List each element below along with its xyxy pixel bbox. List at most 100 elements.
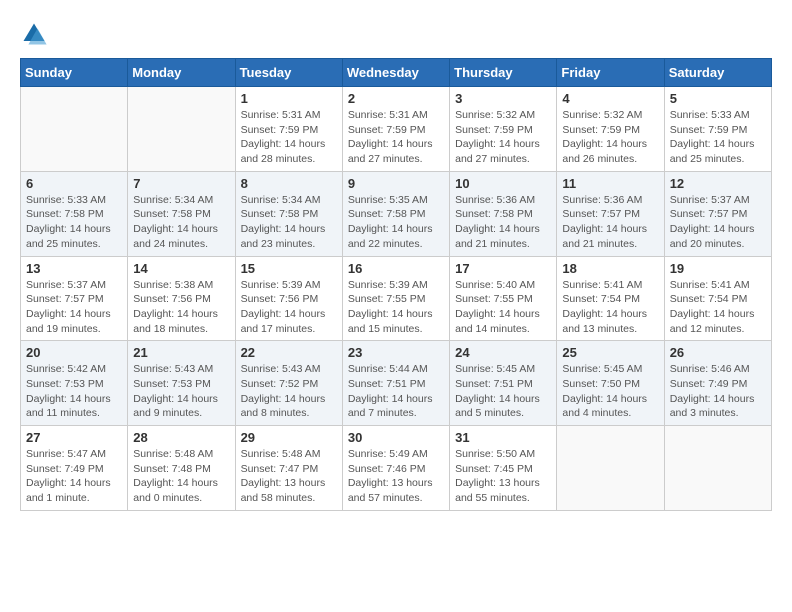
day-info: Sunrise: 5:44 AM Sunset: 7:51 PM Dayligh… <box>348 362 444 421</box>
day-info: Sunrise: 5:39 AM Sunset: 7:56 PM Dayligh… <box>241 278 337 337</box>
day-number: 23 <box>348 345 444 360</box>
calendar-cell: 6 Sunrise: 5:33 AM Sunset: 7:58 PM Daylig… <box>21 171 128 256</box>
day-number: 19 <box>670 261 766 276</box>
day-number: 29 <box>241 430 337 445</box>
calendar-cell: 15 Sunrise: 5:39 AM Sunset: 7:56 PM Dayli… <box>235 256 342 341</box>
day-number: 20 <box>26 345 122 360</box>
calendar-cell: 19 Sunrise: 5:41 AM Sunset: 7:54 PM Dayli… <box>664 256 771 341</box>
day-number: 12 <box>670 176 766 191</box>
day-number: 28 <box>133 430 229 445</box>
day-info: Sunrise: 5:39 AM Sunset: 7:55 PM Dayligh… <box>348 278 444 337</box>
day-number: 6 <box>26 176 122 191</box>
day-number: 7 <box>133 176 229 191</box>
calendar-cell: 21Sunrise: 5:43 AM Sunset: 7:53 PM Dayli… <box>128 341 235 426</box>
day-number: 16 <box>348 261 444 276</box>
day-number: 18 <box>562 261 658 276</box>
day-info: Sunrise: 5:46 AM Sunset: 7:49 PM Dayligh… <box>670 362 766 421</box>
weekday-header: Tuesday <box>235 59 342 87</box>
calendar-cell: 24 Sunrise: 5:45 AM Sunset: 7:51 PM Dayli… <box>450 341 557 426</box>
calendar-cell: 2Sunrise: 5:31 AM Sunset: 7:59 PM Daylig… <box>342 87 449 172</box>
day-number: 5 <box>670 91 766 106</box>
calendar-cell: 28 Sunrise: 5:48 AM Sunset: 7:48 PM Dayli… <box>128 426 235 511</box>
day-info: Sunrise: 5:49 AM Sunset: 7:46 PM Dayligh… <box>348 447 444 506</box>
day-number: 8 <box>241 176 337 191</box>
calendar-cell: 12Sunrise: 5:37 AM Sunset: 7:57 PM Dayli… <box>664 171 771 256</box>
calendar-week-row: 27 Sunrise: 5:47 AM Sunset: 7:49 PM Dayli… <box>21 426 772 511</box>
calendar-cell: 26 Sunrise: 5:46 AM Sunset: 7:49 PM Dayli… <box>664 341 771 426</box>
weekday-header: Sunday <box>21 59 128 87</box>
day-info: Sunrise: 5:43 AM Sunset: 7:52 PM Dayligh… <box>241 362 337 421</box>
calendar-cell: 27 Sunrise: 5:47 AM Sunset: 7:49 PM Dayli… <box>21 426 128 511</box>
day-info: Sunrise: 5:47 AM Sunset: 7:49 PM Dayligh… <box>26 447 122 506</box>
day-info: Sunrise: 5:38 AM Sunset: 7:56 PM Dayligh… <box>133 278 229 337</box>
calendar-cell: 3 Sunrise: 5:32 AM Sunset: 7:59 PM Daylig… <box>450 87 557 172</box>
calendar-cell <box>21 87 128 172</box>
day-info: Sunrise: 5:41 AM Sunset: 7:54 PM Dayligh… <box>562 278 658 337</box>
calendar-cell: 9 Sunrise: 5:35 AM Sunset: 7:58 PM Daylig… <box>342 171 449 256</box>
calendar-week-row: 6 Sunrise: 5:33 AM Sunset: 7:58 PM Daylig… <box>21 171 772 256</box>
calendar-cell <box>557 426 664 511</box>
day-info: Sunrise: 5:33 AM Sunset: 7:59 PM Dayligh… <box>670 108 766 167</box>
day-info: Sunrise: 5:32 AM Sunset: 7:59 PM Dayligh… <box>455 108 551 167</box>
calendar-table: SundayMondayTuesdayWednesdayThursdayFrid… <box>20 58 772 511</box>
day-info: Sunrise: 5:40 AM Sunset: 7:55 PM Dayligh… <box>455 278 551 337</box>
logo-icon <box>20 20 48 48</box>
calendar-cell: 14 Sunrise: 5:38 AM Sunset: 7:56 PM Dayli… <box>128 256 235 341</box>
day-number: 11 <box>562 176 658 191</box>
day-number: 1 <box>241 91 337 106</box>
page-header <box>20 20 772 48</box>
calendar-cell: 16 Sunrise: 5:39 AM Sunset: 7:55 PM Dayli… <box>342 256 449 341</box>
calendar-week-row: 1 Sunrise: 5:31 AM Sunset: 7:59 PM Daylig… <box>21 87 772 172</box>
day-info: Sunrise: 5:31 AM Sunset: 7:59 PM Dayligh… <box>348 108 444 167</box>
day-number: 14 <box>133 261 229 276</box>
day-number: 30 <box>348 430 444 445</box>
calendar-cell: 22 Sunrise: 5:43 AM Sunset: 7:52 PM Dayli… <box>235 341 342 426</box>
day-number: 13 <box>26 261 122 276</box>
day-number: 10 <box>455 176 551 191</box>
calendar-cell: 10 Sunrise: 5:36 AM Sunset: 7:58 PM Dayli… <box>450 171 557 256</box>
day-info: Sunrise: 5:48 AM Sunset: 7:48 PM Dayligh… <box>133 447 229 506</box>
logo <box>20 20 52 48</box>
day-info: Sunrise: 5:36 AM Sunset: 7:58 PM Dayligh… <box>455 193 551 252</box>
day-number: 26 <box>670 345 766 360</box>
calendar-cell: 18 Sunrise: 5:41 AM Sunset: 7:54 PM Dayli… <box>557 256 664 341</box>
calendar-cell: 17 Sunrise: 5:40 AM Sunset: 7:55 PM Dayli… <box>450 256 557 341</box>
weekday-header-row: SundayMondayTuesdayWednesdayThursdayFrid… <box>21 59 772 87</box>
calendar-cell <box>128 87 235 172</box>
day-info: Sunrise: 5:50 AM Sunset: 7:45 PM Dayligh… <box>455 447 551 506</box>
day-info: Sunrise: 5:34 AM Sunset: 7:58 PM Dayligh… <box>241 193 337 252</box>
day-number: 4 <box>562 91 658 106</box>
day-number: 9 <box>348 176 444 191</box>
calendar-week-row: 20Sunrise: 5:42 AM Sunset: 7:53 PM Dayli… <box>21 341 772 426</box>
weekday-header: Thursday <box>450 59 557 87</box>
day-info: Sunrise: 5:35 AM Sunset: 7:58 PM Dayligh… <box>348 193 444 252</box>
weekday-header: Wednesday <box>342 59 449 87</box>
calendar-cell: 20Sunrise: 5:42 AM Sunset: 7:53 PM Dayli… <box>21 341 128 426</box>
calendar-week-row: 13Sunrise: 5:37 AM Sunset: 7:57 PM Dayli… <box>21 256 772 341</box>
calendar-cell: 23 Sunrise: 5:44 AM Sunset: 7:51 PM Dayli… <box>342 341 449 426</box>
day-info: Sunrise: 5:45 AM Sunset: 7:50 PM Dayligh… <box>562 362 658 421</box>
day-info: Sunrise: 5:31 AM Sunset: 7:59 PM Dayligh… <box>241 108 337 167</box>
day-number: 24 <box>455 345 551 360</box>
day-info: Sunrise: 5:32 AM Sunset: 7:59 PM Dayligh… <box>562 108 658 167</box>
weekday-header: Saturday <box>664 59 771 87</box>
day-info: Sunrise: 5:48 AM Sunset: 7:47 PM Dayligh… <box>241 447 337 506</box>
day-number: 22 <box>241 345 337 360</box>
day-number: 27 <box>26 430 122 445</box>
day-info: Sunrise: 5:34 AM Sunset: 7:58 PM Dayligh… <box>133 193 229 252</box>
day-number: 3 <box>455 91 551 106</box>
calendar-cell: 7 Sunrise: 5:34 AM Sunset: 7:58 PM Daylig… <box>128 171 235 256</box>
calendar-cell: 5 Sunrise: 5:33 AM Sunset: 7:59 PM Daylig… <box>664 87 771 172</box>
day-info: Sunrise: 5:41 AM Sunset: 7:54 PM Dayligh… <box>670 278 766 337</box>
day-info: Sunrise: 5:45 AM Sunset: 7:51 PM Dayligh… <box>455 362 551 421</box>
calendar-cell: 11Sunrise: 5:36 AM Sunset: 7:57 PM Dayli… <box>557 171 664 256</box>
day-info: Sunrise: 5:43 AM Sunset: 7:53 PM Dayligh… <box>133 362 229 421</box>
day-number: 31 <box>455 430 551 445</box>
calendar-cell: 13Sunrise: 5:37 AM Sunset: 7:57 PM Dayli… <box>21 256 128 341</box>
calendar-cell: 29 Sunrise: 5:48 AM Sunset: 7:47 PM Dayli… <box>235 426 342 511</box>
weekday-header: Monday <box>128 59 235 87</box>
day-number: 15 <box>241 261 337 276</box>
day-info: Sunrise: 5:33 AM Sunset: 7:58 PM Dayligh… <box>26 193 122 252</box>
day-number: 17 <box>455 261 551 276</box>
calendar-cell: 1 Sunrise: 5:31 AM Sunset: 7:59 PM Daylig… <box>235 87 342 172</box>
